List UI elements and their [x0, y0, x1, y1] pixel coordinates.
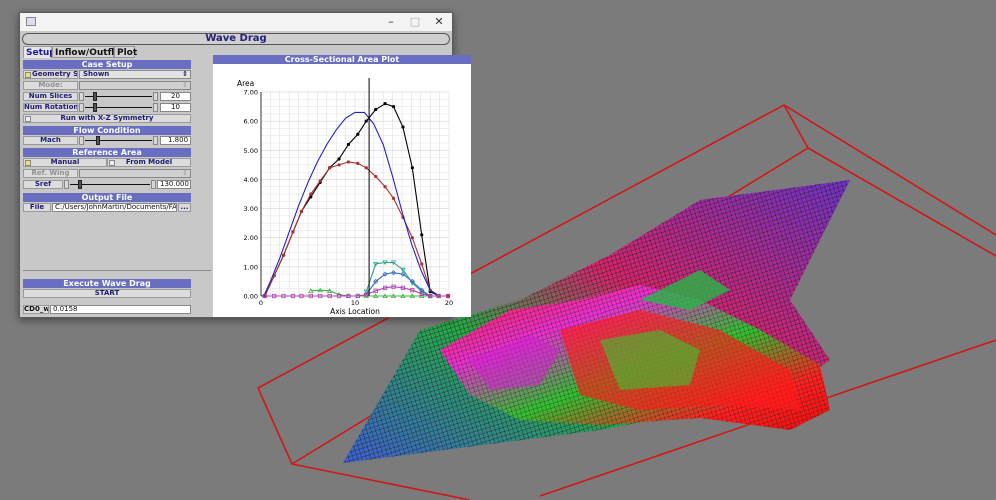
window-title: Wave Drag	[22, 33, 450, 45]
from-model-toggle[interactable]: From Model	[107, 158, 191, 167]
chevron-updown-icon: ⇕	[182, 169, 188, 177]
data-point	[420, 262, 424, 266]
browse-button[interactable]: ...	[178, 203, 191, 212]
chevron-updown-icon: ⇕	[182, 81, 188, 89]
num-slices-slider[interactable]	[79, 92, 158, 101]
y-axis-label: Area	[237, 79, 254, 88]
plot-panel: Cross-Sectional Area Plot 0.00 1.00 2.00 3.…	[213, 55, 471, 317]
wave-drag-window: – □ ✕ Wave Drag Setup Inflow/Outflow Plo…	[19, 12, 471, 318]
symmetry-checkbox[interactable]	[25, 116, 31, 122]
x-tick-label: 0	[259, 299, 263, 307]
data-point	[281, 253, 286, 257]
data-point	[346, 142, 351, 147]
sref-field[interactable]: 130.000	[157, 180, 191, 189]
data-point	[391, 104, 396, 109]
execute-header: Execute Wave Drag	[23, 279, 191, 288]
geometry-set-indicator	[25, 72, 31, 78]
reference-area-header: Reference Area	[23, 148, 191, 157]
minimize-button[interactable]: –	[380, 14, 402, 30]
data-point	[374, 174, 378, 179]
close-button[interactable]: ✕	[428, 14, 450, 30]
data-point	[346, 160, 351, 164]
mach-field[interactable]: 1.800	[160, 136, 191, 145]
cd0w-label: CD0_w	[23, 305, 49, 314]
file-path-field[interactable]: C:/Users/JohnMartin/Documents/FAXX/	[52, 203, 177, 212]
chevron-updown-icon: ⇕	[182, 70, 188, 78]
y-tick-label: 4.00	[244, 176, 258, 184]
data-point	[410, 166, 414, 170]
data-point	[299, 209, 304, 214]
plot-area[interactable]: 0.00 1.00 2.00 3.00 4.00 5.00 6.00 7.00 0 10 20 Are…	[213, 64, 471, 317]
series-line	[263, 111, 449, 297]
symmetry-toggle[interactable]: Run with X-Z Symmetry	[23, 114, 191, 123]
sref-slider[interactable]	[64, 180, 156, 189]
y-tick-label: 7.00	[244, 89, 258, 97]
mode-select[interactable]: ⇕	[79, 81, 191, 90]
mach-button[interactable]: Mach	[23, 136, 78, 145]
y-tick-label: 1.00	[244, 263, 258, 271]
num-slices-button[interactable]: Num Slices	[23, 92, 78, 101]
data-point	[364, 119, 368, 123]
data-point	[410, 236, 414, 240]
data-point	[391, 196, 396, 200]
y-tick-label: 6.00	[244, 118, 258, 126]
sref-knob[interactable]	[77, 180, 82, 189]
x-tick-label: 20	[445, 299, 453, 307]
app-icon	[26, 17, 36, 26]
data-point	[328, 166, 332, 170]
data-point	[374, 107, 378, 112]
num-slices-field[interactable]: 20	[160, 92, 191, 101]
manual-toggle[interactable]: Manual	[23, 158, 107, 167]
mach-knob[interactable]	[96, 136, 101, 145]
tab-setup[interactable]: Setup	[23, 46, 56, 58]
sref-button[interactable]: Sref	[23, 180, 63, 189]
num-slices-knob[interactable]	[92, 92, 97, 101]
data-point	[383, 185, 387, 189]
maximize-button[interactable]: □	[404, 14, 426, 30]
mode-label: Mode:	[23, 81, 78, 90]
plot-header: Cross-Sectional Area Plot	[213, 55, 471, 64]
data-point	[383, 102, 387, 106]
mach-slider[interactable]	[79, 136, 158, 145]
cd0w-value: 0.0158	[50, 305, 191, 314]
data-point	[337, 163, 341, 167]
flow-condition-header: Flow Condition	[23, 126, 191, 135]
data-point	[291, 230, 295, 234]
data-point	[364, 166, 368, 170]
from-model-radio[interactable]	[109, 160, 115, 166]
data-point	[401, 125, 405, 129]
y-tick-label: 5.00	[244, 147, 258, 155]
data-point	[356, 132, 360, 136]
data-point	[318, 179, 322, 183]
num-rotations-knob[interactable]	[92, 103, 97, 112]
y-tick-label: 2.00	[244, 234, 258, 242]
window-titlebar[interactable]: – □ ✕	[20, 13, 452, 31]
num-rotations-button[interactable]: Num Rotations	[23, 103, 78, 112]
num-rotations-field[interactable]: 10	[160, 103, 191, 112]
manual-radio[interactable]	[25, 160, 31, 166]
data-point	[420, 233, 424, 237]
y-tick-label: 0.00	[244, 293, 258, 301]
ref-wing-label: Ref. Wing	[23, 169, 78, 178]
cross-sectional-area-chart[interactable]: 0.00 1.00 2.00 3.00 4.00 5.00 6.00 7.00 0 10 20 Are…	[213, 64, 471, 317]
output-file-header: Output File	[23, 193, 191, 202]
ref-wing-select[interactable]: ⇕	[79, 169, 191, 178]
start-button[interactable]: START	[23, 289, 191, 298]
tab-plot[interactable]: Plot	[114, 46, 137, 58]
data-point	[309, 192, 313, 196]
divider	[23, 270, 211, 271]
geometry-set-label: Geometry Set:	[23, 70, 78, 79]
num-rotations-slider[interactable]	[79, 103, 158, 112]
y-tick-label: 3.00	[244, 205, 258, 213]
data-point	[356, 161, 360, 165]
x-tick-label: 10	[351, 299, 359, 307]
geometry-set-select[interactable]: Shown ⇕	[79, 70, 191, 79]
file-button[interactable]: File	[23, 203, 51, 212]
case-setup-header: Case Setup	[23, 60, 191, 69]
x-axis-label: Axis Location	[330, 307, 380, 316]
tab-inflow-outflow[interactable]: Inflow/Outflow	[52, 46, 129, 58]
data-point	[337, 157, 341, 161]
